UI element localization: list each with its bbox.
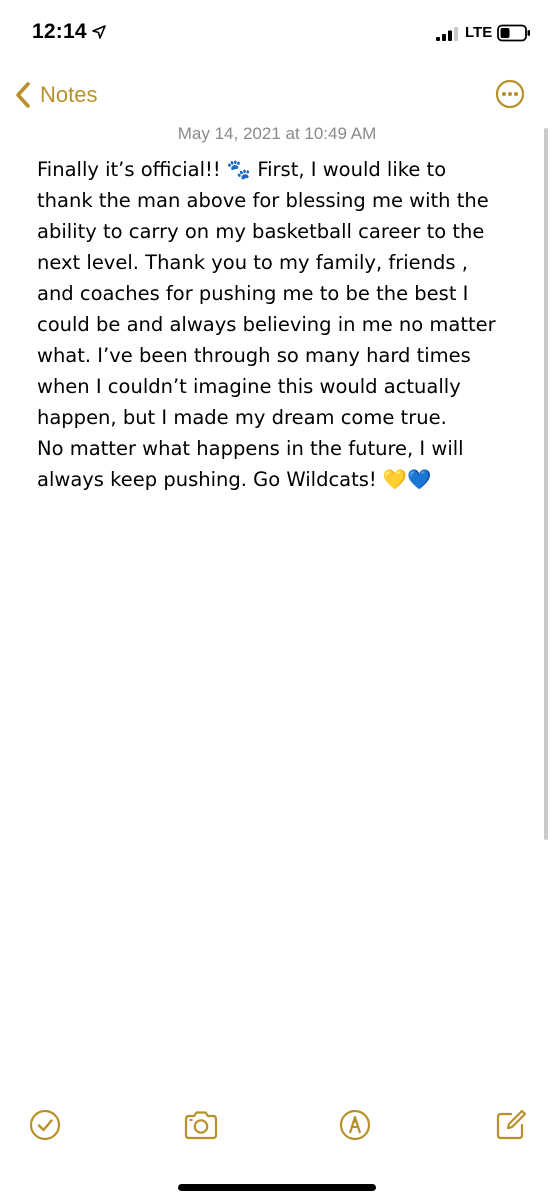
network-label: LTE [465, 24, 493, 41]
navigation-bar: Notes [0, 70, 554, 120]
ellipsis-circle-icon[interactable] [495, 79, 525, 109]
back-label: Notes [40, 82, 98, 107]
scroll-indicator[interactable] [544, 128, 548, 840]
bottom-toolbar [0, 1100, 554, 1152]
home-indicator[interactable] [178, 1184, 376, 1191]
chevron-left-icon [16, 82, 30, 108]
cellular-signal-icon [436, 27, 458, 41]
compose-icon[interactable] [494, 1108, 528, 1142]
battery-icon [497, 24, 530, 42]
location-arrow-icon [92, 25, 106, 39]
checklist-icon[interactable] [28, 1108, 62, 1142]
status-bar: 12:14 LTE [0, 0, 554, 62]
camera-icon[interactable] [183, 1108, 219, 1142]
markup-pen-icon[interactable] [338, 1108, 372, 1142]
status-time: 12:14 [32, 20, 87, 43]
note-date: May 14, 2021 at 10:49 AM [177, 124, 377, 143]
note-body-text[interactable]: Finally it’s official!! 🐾 First, I would… [37, 154, 537, 495]
back-to-notes-button[interactable]: Notes [14, 78, 97, 112]
